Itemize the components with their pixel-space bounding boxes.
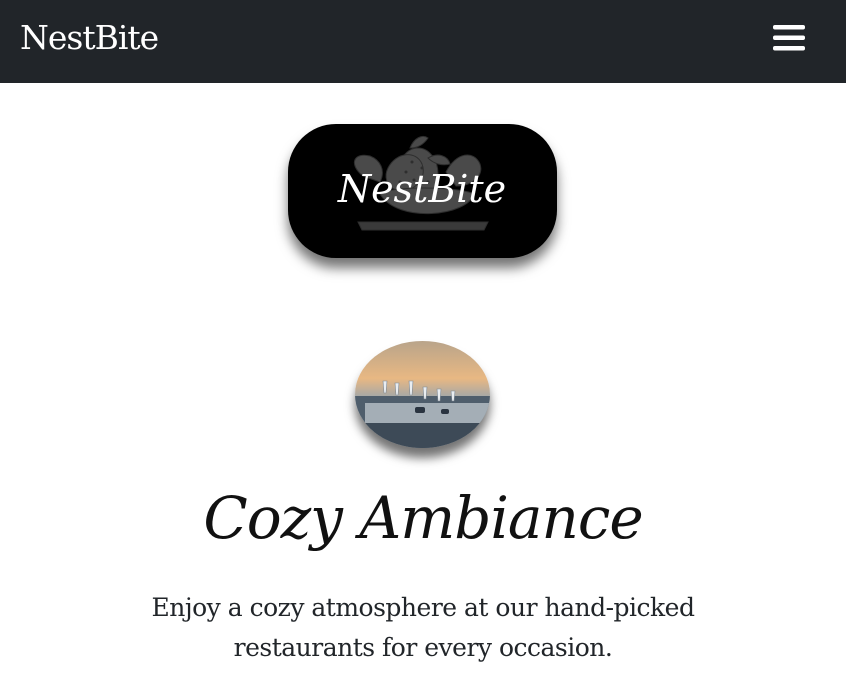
restaurant-table-photo <box>355 341 490 448</box>
site-logo: NestBite <box>288 124 557 258</box>
feature-title: Cozy Ambiance <box>203 484 643 552</box>
menu-toggle-button[interactable] <box>766 16 812 60</box>
navbar-brand[interactable]: NestBite <box>20 18 159 58</box>
feature-description: Enjoy a cozy atmosphere at our hand-pick… <box>151 593 695 662</box>
logo-text: NestBite <box>337 167 506 211</box>
strawberry-illustration: NestBite <box>337 135 506 231</box>
hamburger-menu-icon <box>773 25 805 51</box>
navbar: NestBite <box>0 0 846 83</box>
